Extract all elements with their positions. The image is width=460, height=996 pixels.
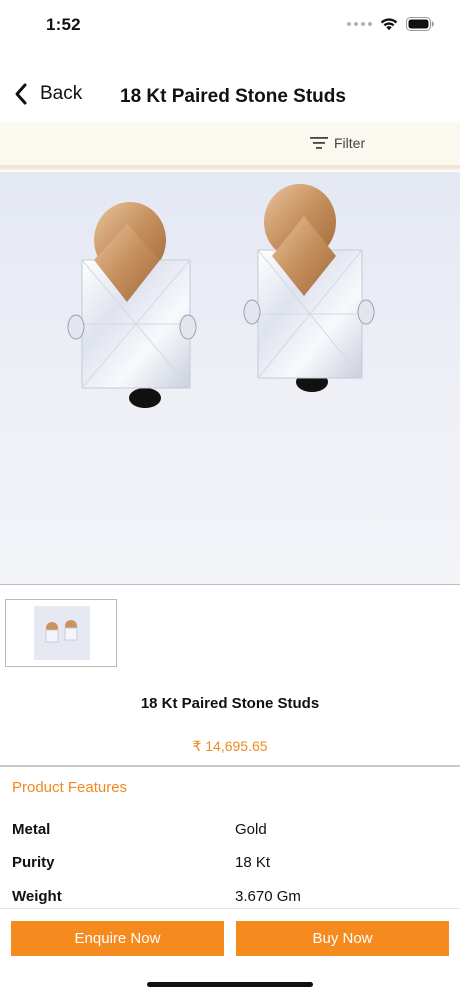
product-price: ₹ 14,695.65 [192,738,268,754]
spec-key: Weight [12,888,62,905]
filter-icon [310,137,328,149]
thumbnail-earrings-icon [34,606,90,660]
spec-row-purity: Purity 18 Kt [12,854,452,874]
status-bar: 1:52 [0,0,460,52]
product-image[interactable] [0,172,460,584]
spec-row-weight: Weight 3.670 Gm [12,888,452,908]
status-icons [347,17,434,31]
status-time: 1:52 [46,15,81,34]
product-name: 18 Kt Paired Stone Studs [140,695,320,712]
spec-key: Metal [12,821,51,838]
buy-now-button[interactable]: Buy Now [236,921,449,956]
wifi-icon [380,18,398,31]
spec-key: Purity [12,854,55,871]
filter-bar: Filter [0,122,460,168]
thumbnail-image[interactable] [5,599,117,667]
enquire-now-button[interactable]: Enquire Now [11,921,224,956]
spec-value: 18 Kt [235,854,271,871]
action-bar: Enquire Now Buy Now [0,908,460,996]
back-button[interactable]: Back [14,82,82,106]
divider [0,584,460,585]
home-indicator[interactable] [147,982,313,987]
chevron-left-icon [15,83,27,105]
filter-label: Filter [334,135,366,151]
spec-row-metal: Metal Gold [12,821,452,841]
divider [0,765,460,767]
nav-bar: Back 18 Kt Paired Stone Studs [0,70,460,122]
spec-value: Gold [235,821,267,838]
signal-icon [347,22,372,26]
spec-value: 3.670 Gm [235,888,301,905]
page-title: 18 Kt Paired Stone Studs [120,86,346,107]
battery-icon [406,17,434,31]
filter-button[interactable]: Filter [310,135,365,151]
features-heading: Product Features [12,779,128,796]
earrings-image [67,184,375,408]
back-label: Back [40,83,83,104]
